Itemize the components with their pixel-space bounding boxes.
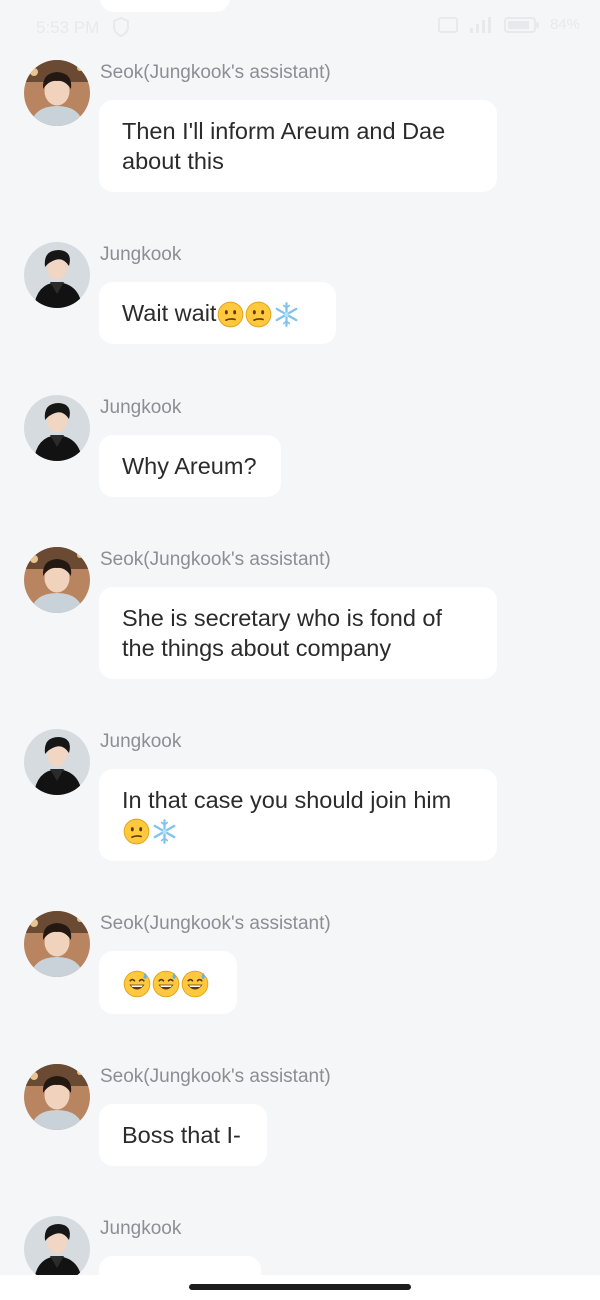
message-text: She is secretary who is fond of the thin…: [122, 605, 443, 661]
chat-message: Jungkook Why Areum?: [24, 395, 584, 505]
chat-message: Seok(Jungkook's assistant) She is secret…: [24, 547, 584, 687]
sender-name: Seok(Jungkook's assistant): [100, 62, 331, 83]
sender-name: Jungkook: [100, 244, 182, 265]
grinning-sweat-face-emoji-icon: [123, 970, 151, 998]
avatar[interactable]: [24, 60, 90, 126]
home-indicator[interactable]: [189, 1284, 411, 1290]
message-bubble[interactable]: Then I'll inform Areum and Dae about thi…: [99, 100, 497, 192]
sender-name: Jungkook: [100, 731, 182, 752]
chat-thread[interactable]: Seok(Jungkook's assistant) Then I'll inf…: [0, 0, 600, 1275]
avatar[interactable]: [24, 547, 90, 613]
avatar[interactable]: [24, 395, 90, 461]
chat-message: Seok(Jungkook's assistant): [24, 911, 584, 1021]
previous-message-bubble: [100, 0, 230, 12]
sender-name: Jungkook: [100, 1218, 182, 1239]
message-bubble[interactable]: [99, 1256, 261, 1275]
sender-name: Seok(Jungkook's assistant): [100, 913, 331, 934]
confused-face-emoji-icon: [123, 818, 150, 845]
sender-name: Seok(Jungkook's assistant): [100, 549, 331, 570]
message-bubble[interactable]: [99, 951, 237, 1014]
message-text: Wait wait: [122, 300, 217, 326]
chat-message: Jungkook: [24, 1216, 584, 1275]
grinning-sweat-face-emoji-icon: [181, 970, 209, 998]
message-text: In that case you should join him: [122, 787, 452, 813]
confused-face-emoji-icon: [245, 301, 272, 328]
chat-message: Seok(Jungkook's assistant) Boss that I-: [24, 1064, 584, 1174]
message-bubble[interactable]: Why Areum?: [99, 435, 281, 497]
message-bubble[interactable]: Boss that I-: [99, 1104, 267, 1166]
chat-message: Jungkook Wait wait: [24, 242, 584, 352]
avatar[interactable]: [24, 242, 90, 308]
confused-face-emoji-icon: [217, 301, 244, 328]
avatar[interactable]: [24, 1064, 90, 1130]
message-bubble[interactable]: In that case you should join him: [99, 769, 497, 862]
grinning-sweat-face-emoji-icon: [152, 970, 180, 998]
message-bubble[interactable]: She is secretary who is fond of the thin…: [99, 587, 497, 679]
snowflake-emoji-icon: [151, 818, 178, 845]
sender-name: Seok(Jungkook's assistant): [100, 1066, 331, 1087]
navigation-bar: [0, 1275, 600, 1300]
avatar[interactable]: [24, 1216, 90, 1275]
snowflake-emoji-icon: [273, 301, 300, 328]
chat-message: Seok(Jungkook's assistant) Then I'll inf…: [24, 60, 584, 200]
message-text: Then I'll inform Areum and Dae about thi…: [122, 118, 446, 174]
message-text: Boss that I-: [122, 1122, 241, 1148]
message-bubble[interactable]: Wait wait: [99, 282, 336, 345]
avatar[interactable]: [24, 911, 90, 977]
avatar[interactable]: [24, 729, 90, 795]
sender-name: Jungkook: [100, 397, 182, 418]
message-text: Why Areum?: [122, 453, 257, 479]
chat-message: Jungkook In that case you should join hi…: [24, 729, 584, 869]
